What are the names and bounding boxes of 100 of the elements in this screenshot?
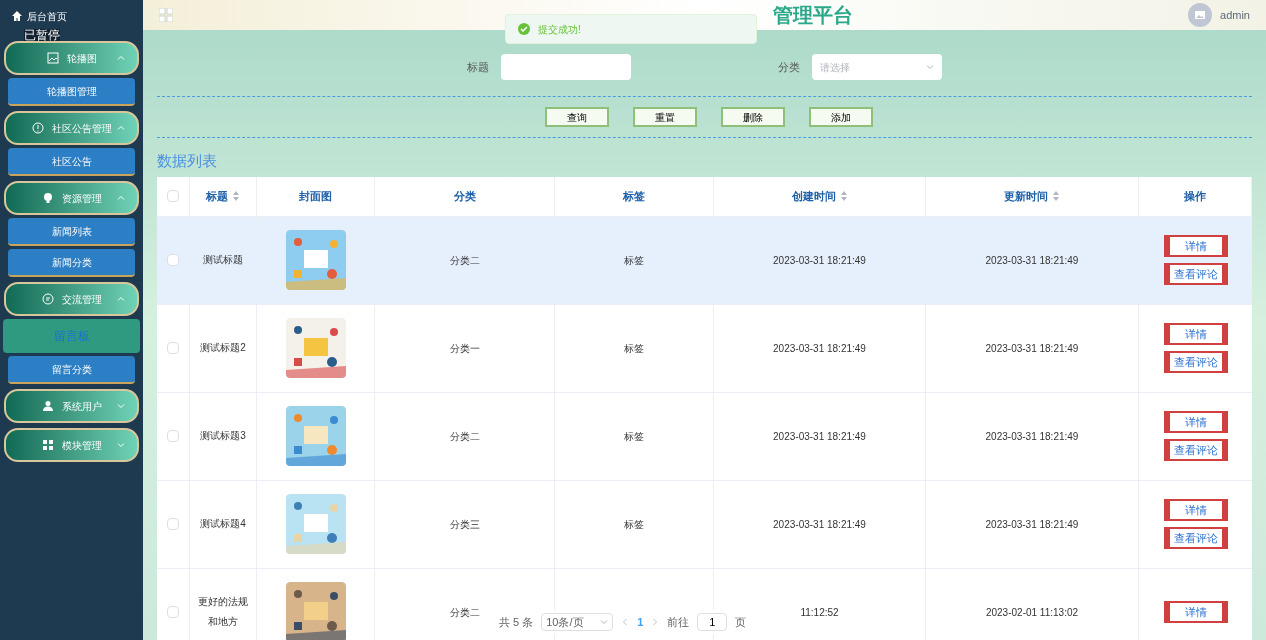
section-title: 数据列表 (157, 151, 218, 171)
table-cell-text: 测试标题 (203, 253, 243, 267)
table-cell-text: 标签 (624, 517, 644, 532)
row-action-button[interactable]: 详情 (1163, 499, 1228, 521)
bulb-icon (41, 192, 54, 204)
table-cell-text: 分类二 (449, 429, 480, 444)
menu-item[interactable]: 新闻列表 (8, 218, 135, 246)
table-cell-text: 更好的法规和地方 (198, 595, 248, 629)
table-cell-text: 2023-03-31 18:21:49 (985, 517, 1079, 532)
page-size-value: 10条/页 (546, 614, 584, 630)
chevron-up-icon (117, 54, 125, 62)
row-action-button[interactable]: 查看评论 (1163, 351, 1228, 373)
action-button[interactable]: 查询 (545, 107, 609, 127)
table-cell-text: 2023-03-31 18:21:49 (773, 517, 866, 532)
table-row[interactable]: 测试标题3 分类二 标签 2023-03-31 18:21:49 2023-03-31 18:21:49 详情 查看评论 (157, 392, 1252, 481)
field-label: 标题 (467, 59, 489, 75)
sort-icon[interactable] (839, 190, 848, 202)
chevron-down-icon (117, 402, 125, 410)
action-button[interactable]: 重置 (633, 107, 697, 127)
menu-group[interactable]: 模块管理 (4, 428, 139, 462)
table-cell-text: 2023-03-31 18:21:49 (773, 429, 866, 444)
checkbox[interactable] (167, 606, 179, 618)
row-action-button[interactable]: 详情 (1163, 235, 1228, 257)
table-row[interactable]: 测试标题4 分类三 标签 2023-03-31 18:21:49 2023-03-31 18:21:49 详情 查看评论 (157, 480, 1252, 569)
chevron-down-icon (926, 63, 934, 71)
table-cell-text: 测试标题4 (200, 517, 246, 531)
menu-group[interactable]: 系统用户 (4, 389, 139, 423)
input-field[interactable] (501, 54, 631, 80)
row-action-button[interactable]: 详情 (1163, 323, 1228, 345)
chevron-down-icon (117, 441, 125, 449)
row-action-button[interactable]: 查看评论 (1163, 439, 1228, 461)
table-cell-text: 测试标题3 (200, 429, 246, 443)
chevron-up-icon (117, 295, 125, 303)
table-cell-text: 2023-03-31 18:21:49 (985, 429, 1079, 444)
checkbox[interactable] (167, 254, 179, 266)
placeholder-text: 请选择 (820, 60, 850, 75)
checkbox[interactable] (167, 518, 179, 530)
column-header[interactable]: 创建时间 (791, 187, 836, 205)
page-number[interactable]: 1 (637, 613, 644, 631)
chevron-up-icon (117, 124, 125, 132)
user-icon (41, 400, 54, 412)
menu-group-label: 模块管理 (61, 438, 102, 453)
row-action-button[interactable]: 查看评论 (1163, 263, 1228, 285)
table-cell-text: 2023-03-31 18:21:49 (773, 253, 866, 268)
menu-item[interactable]: 留言分类 (8, 356, 135, 384)
table-row[interactable]: 测试标题 分类二 标签 2023-03-31 18:21:49 2023-03-31 18:21:49 详情 查看评论 (157, 216, 1252, 305)
menu-item[interactable]: 新闻分类 (8, 249, 135, 277)
table-cell-text: 标签 (624, 429, 644, 444)
goto-suffix: 页 (735, 614, 747, 630)
column-header: 标签 (623, 188, 645, 204)
goto-label: 前往 (667, 614, 690, 630)
column-header: 操作 (1184, 188, 1206, 204)
menu-group-label: 社区公告管理 (51, 121, 112, 136)
menu-group[interactable]: 社区公告管理 (4, 111, 139, 145)
success-icon (518, 23, 530, 35)
image-icon (1194, 9, 1207, 21)
action-button[interactable]: 删除 (721, 107, 785, 127)
table-cell-text: 分类二 (449, 253, 480, 268)
home-link[interactable]: 后台首页 (27, 8, 67, 24)
table-cell-text: 分类一 (449, 341, 480, 356)
checkbox[interactable] (167, 430, 179, 442)
table-cell-text: 分类三 (449, 517, 480, 532)
page-size-select[interactable]: 10条/页 (541, 613, 614, 631)
sort-icon[interactable] (232, 190, 240, 202)
column-header[interactable]: 更新时间 (1004, 187, 1048, 205)
menu-icon[interactable] (159, 8, 173, 22)
menu-item[interactable]: 社区公告 (8, 148, 135, 176)
menu-group-label: 资源管理 (61, 191, 102, 206)
table-cell-text: 2023-03-31 18:21:49 (773, 341, 866, 356)
user-name[interactable]: admin (1220, 6, 1250, 24)
avatar[interactable] (1188, 3, 1213, 27)
info-icon (31, 122, 44, 134)
chevron-up-icon (117, 194, 125, 202)
column-header[interactable]: 标题 (206, 187, 228, 205)
app-title: 管理平台 (773, 3, 853, 28)
menu-group-label: 交流管理 (61, 292, 102, 307)
table-row[interactable]: 测试标题2 分类一 标签 2023-03-31 18:21:49 2023-03-31 18:21:49 详情 查看评论 (157, 304, 1252, 393)
checkbox[interactable] (167, 190, 179, 202)
table-cell-text: 标签 (624, 341, 644, 356)
table-cell-text: 分类二 (449, 605, 480, 620)
field-label: 分类 (778, 59, 800, 75)
column-header: 封面图 (299, 188, 332, 204)
column-header: 分类 (453, 188, 476, 204)
previous-page-icon[interactable] (621, 618, 630, 626)
menu-group[interactable]: 交流管理 (4, 282, 139, 316)
grid-icon (41, 439, 54, 451)
row-action-button[interactable]: 详情 (1163, 601, 1228, 623)
menu-group[interactable]: 资源管理 (4, 181, 139, 215)
goto-field[interactable]: 1 (697, 613, 728, 631)
checkbox[interactable] (167, 342, 179, 354)
menu-group[interactable]: 轮播图 (4, 41, 139, 75)
total-count: 共 5 条 (499, 614, 534, 630)
menu-item[interactable]: 轮播图管理 (8, 78, 135, 106)
sort-icon[interactable] (1052, 190, 1060, 202)
home-icon (11, 10, 23, 22)
action-button[interactable]: 添加 (809, 107, 873, 127)
row-action-button[interactable]: 查看评论 (1163, 527, 1228, 549)
next-page-icon[interactable] (651, 618, 660, 626)
table-cell-text: 11:12:52 (800, 605, 839, 620)
row-action-button[interactable]: 详情 (1163, 411, 1228, 433)
